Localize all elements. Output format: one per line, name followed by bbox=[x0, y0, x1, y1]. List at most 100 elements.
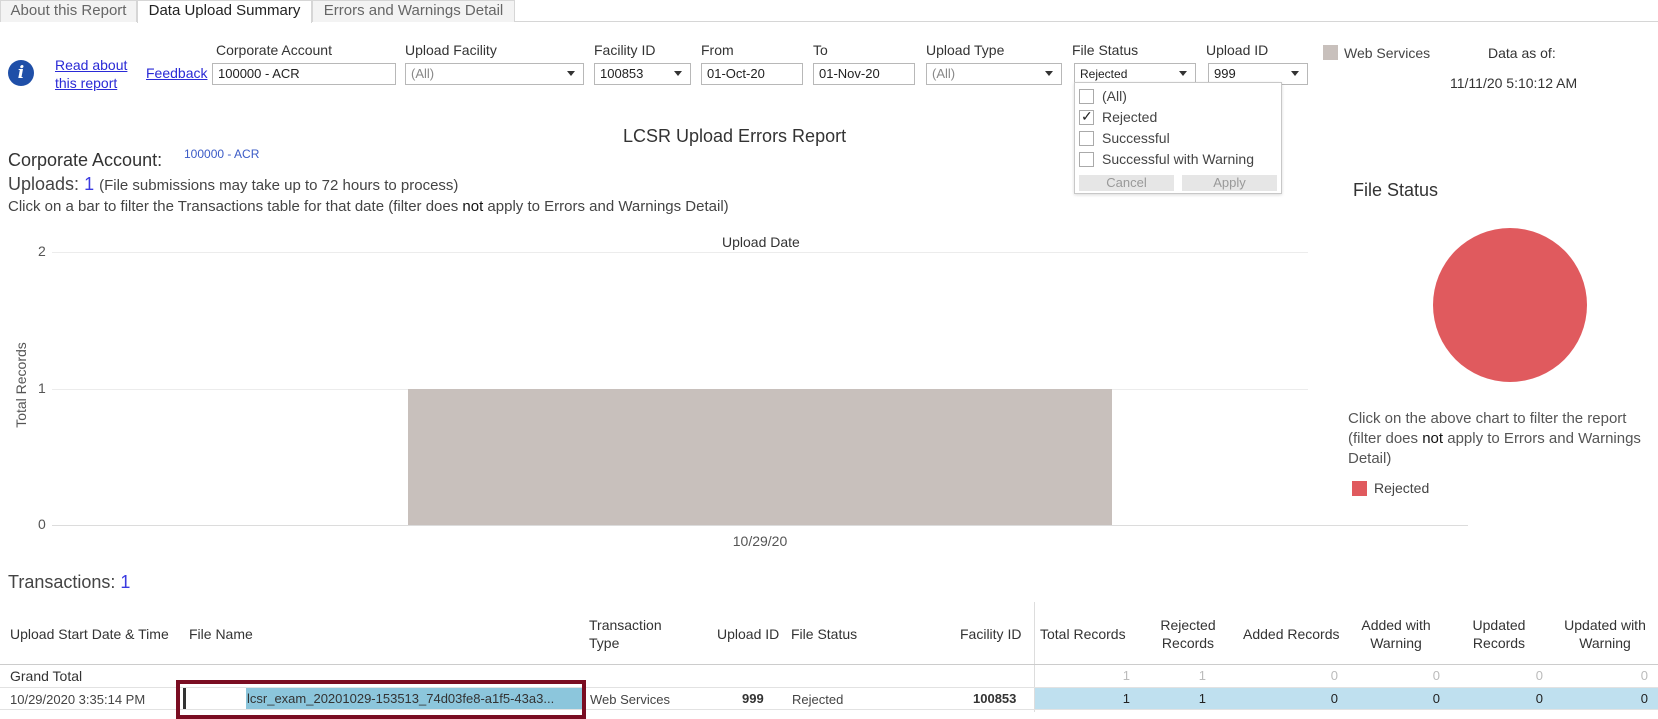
table-row-rejected-records[interactable]: 1 bbox=[1156, 691, 1206, 706]
col-header-upload-start[interactable]: Upload Start Date & Time bbox=[10, 625, 169, 643]
uploads-label: Uploads: bbox=[8, 174, 80, 194]
tab-errors-and-warnings-detail[interactable]: Errors and Warnings Detail bbox=[312, 0, 515, 22]
upload-id-value: 999 bbox=[1214, 66, 1236, 81]
table-row-updated-with-warning[interactable]: 0 bbox=[1598, 691, 1648, 706]
instructions-bold: not bbox=[1422, 430, 1444, 447]
upload-facility-label: Upload Facility bbox=[405, 42, 497, 58]
col-header-added-records[interactable]: Added Records bbox=[1243, 625, 1340, 643]
option-label: Successful with Warning bbox=[1102, 151, 1254, 167]
checkbox[interactable] bbox=[1079, 89, 1094, 104]
facility-id-value: 100853 bbox=[600, 66, 644, 81]
col-header-added-with-warning[interactable]: Added with Warning bbox=[1350, 616, 1442, 652]
upload-id-label: Upload ID bbox=[1206, 42, 1269, 58]
report-title: LCSR Upload Errors Report bbox=[623, 126, 847, 146]
to-label: To bbox=[813, 42, 828, 58]
col-header-total-records[interactable]: Total Records bbox=[1040, 625, 1126, 643]
checkbox-checked[interactable] bbox=[1079, 108, 1094, 125]
facility-id-select[interactable]: 100853 bbox=[594, 63, 691, 85]
file-status-title: File Status bbox=[1353, 180, 1439, 200]
facility-id-label: Facility ID bbox=[594, 42, 656, 58]
option-label: Rejected bbox=[1102, 109, 1158, 125]
table-row-upload-datetime[interactable]: 10/29/2020 3:35:14 PM bbox=[10, 692, 145, 707]
data-as-of-value: 11/11/20 5:10:12 AM bbox=[1450, 75, 1578, 91]
option-label: Successful bbox=[1102, 130, 1170, 146]
file-status-pie-slice-rejected[interactable] bbox=[1433, 228, 1587, 382]
file-status-dropdown: (All) Rejected Successful Successful wit… bbox=[1074, 82, 1282, 194]
from-date-input[interactable]: 01-Oct-20 bbox=[701, 63, 803, 85]
corporate-account-heading: Corporate Account: bbox=[8, 150, 163, 170]
table-row-file-name[interactable]: lcsr_exam_20201029-153513_74d03fe8-a1f5-… bbox=[247, 691, 581, 706]
transactions-count: 1 bbox=[120, 572, 131, 592]
checkbox[interactable] bbox=[1079, 152, 1094, 167]
bar-10/29/20[interactable] bbox=[408, 388, 1112, 525]
table-row-transaction-type[interactable]: Web Services bbox=[590, 692, 670, 707]
grand-total-updated-with-warning: 0 bbox=[1640, 668, 1648, 683]
uploads-line: Uploads: 1 (File submissions may take up… bbox=[8, 174, 458, 195]
chevron-down-icon bbox=[1045, 71, 1053, 76]
feedback-link[interactable]: Feedback bbox=[146, 65, 207, 81]
legend-rejected: Rejected bbox=[1374, 480, 1430, 496]
gridline bbox=[52, 525, 1468, 526]
upload-facility-value: (All) bbox=[411, 66, 435, 81]
col-header-transaction-type[interactable]: Transaction Type bbox=[589, 616, 689, 652]
read-about-report-link[interactable]: Read about this report bbox=[55, 56, 137, 92]
cancel-button[interactable]: Cancel bbox=[1079, 175, 1174, 191]
instructions-text: Click on a bar to filter the Transaction… bbox=[8, 198, 463, 215]
col-header-facility-id[interactable]: Facility ID bbox=[960, 625, 1021, 643]
instructions-bold: not bbox=[462, 198, 484, 215]
table-row-facility-id[interactable]: 100853 bbox=[973, 691, 1016, 706]
table-row-file-status[interactable]: Rejected bbox=[792, 692, 843, 707]
uploads-note: (File submissions may take up to 72 hour… bbox=[99, 177, 459, 194]
legend-swatch-web-services bbox=[1323, 45, 1338, 60]
y-tick-label: 1 bbox=[38, 379, 46, 396]
legend-swatch-rejected bbox=[1352, 481, 1367, 496]
x-tick-label: 10/29/20 bbox=[732, 533, 788, 549]
data-as-of-label: Data as of: bbox=[1488, 45, 1556, 61]
instructions-text: apply to Errors and Warnings Detail) bbox=[483, 198, 729, 215]
tab-bar: About this Report Data Upload Summary Er… bbox=[0, 0, 1658, 23]
apply-button[interactable]: Apply bbox=[1182, 175, 1277, 191]
chevron-down-icon bbox=[567, 71, 575, 76]
to-date-input[interactable]: 01-Nov-20 bbox=[813, 63, 915, 85]
grand-total-added-records: 0 bbox=[1330, 668, 1338, 683]
table-row-updated-records[interactable]: 0 bbox=[1493, 691, 1543, 706]
tab-about-this-report[interactable]: About this Report bbox=[0, 0, 137, 22]
bar-filter-instructions: Click on a bar to filter the Transaction… bbox=[8, 198, 729, 215]
file-status-label: File Status bbox=[1072, 42, 1139, 58]
gridline bbox=[52, 252, 1308, 253]
corporate-account-label: Corporate Account bbox=[216, 42, 332, 58]
col-header-rejected-records[interactable]: Rejected Records bbox=[1148, 616, 1228, 652]
chevron-down-icon bbox=[1291, 71, 1299, 76]
col-header-updated-with-warning[interactable]: Updated with Warning bbox=[1553, 616, 1657, 652]
upload-facility-select[interactable]: (All) bbox=[405, 63, 584, 85]
table-row-total-records[interactable]: 1 bbox=[1080, 691, 1130, 706]
chart-title: Upload Date bbox=[722, 234, 800, 250]
y-axis-label: Total Records bbox=[13, 342, 29, 428]
table-row-added-records[interactable]: 0 bbox=[1288, 691, 1338, 706]
col-header-file-status[interactable]: File Status bbox=[791, 625, 857, 643]
info-icon[interactable]: i bbox=[8, 60, 34, 86]
y-tick-label: 0 bbox=[38, 516, 46, 532]
checkbox[interactable] bbox=[1079, 131, 1094, 146]
tab-data-upload-summary[interactable]: Data Upload Summary bbox=[137, 0, 312, 23]
header-divider bbox=[0, 664, 1658, 665]
file-status-value: Rejected bbox=[1080, 67, 1128, 81]
from-label: From bbox=[701, 42, 734, 58]
corporate-account-value: 100000 - ACR bbox=[184, 147, 260, 161]
upload-type-select[interactable]: (All) bbox=[926, 63, 1062, 85]
uploads-count: 1 bbox=[84, 174, 95, 194]
y-tick-label: 2 bbox=[38, 243, 46, 259]
grand-total-added-with-warning: 0 bbox=[1432, 668, 1440, 683]
col-header-upload-id[interactable]: Upload ID bbox=[717, 625, 779, 643]
table-row-upload-id[interactable]: 999 bbox=[742, 691, 764, 706]
table-row-added-with-warning[interactable]: 0 bbox=[1390, 691, 1440, 706]
grand-total-label: Grand Total bbox=[10, 668, 83, 684]
text-cursor bbox=[183, 688, 186, 709]
upload-type-label: Upload Type bbox=[926, 42, 1005, 58]
upload-type-value: (All) bbox=[932, 66, 956, 81]
col-header-file-name[interactable]: File Name bbox=[189, 625, 253, 643]
corporate-account-input[interactable]: 100000 - ACR bbox=[212, 63, 396, 85]
col-header-updated-records[interactable]: Updated Records bbox=[1459, 616, 1539, 652]
grand-total-updated-records: 0 bbox=[1535, 668, 1543, 683]
legend-web-services: Web Services bbox=[1344, 45, 1431, 61]
